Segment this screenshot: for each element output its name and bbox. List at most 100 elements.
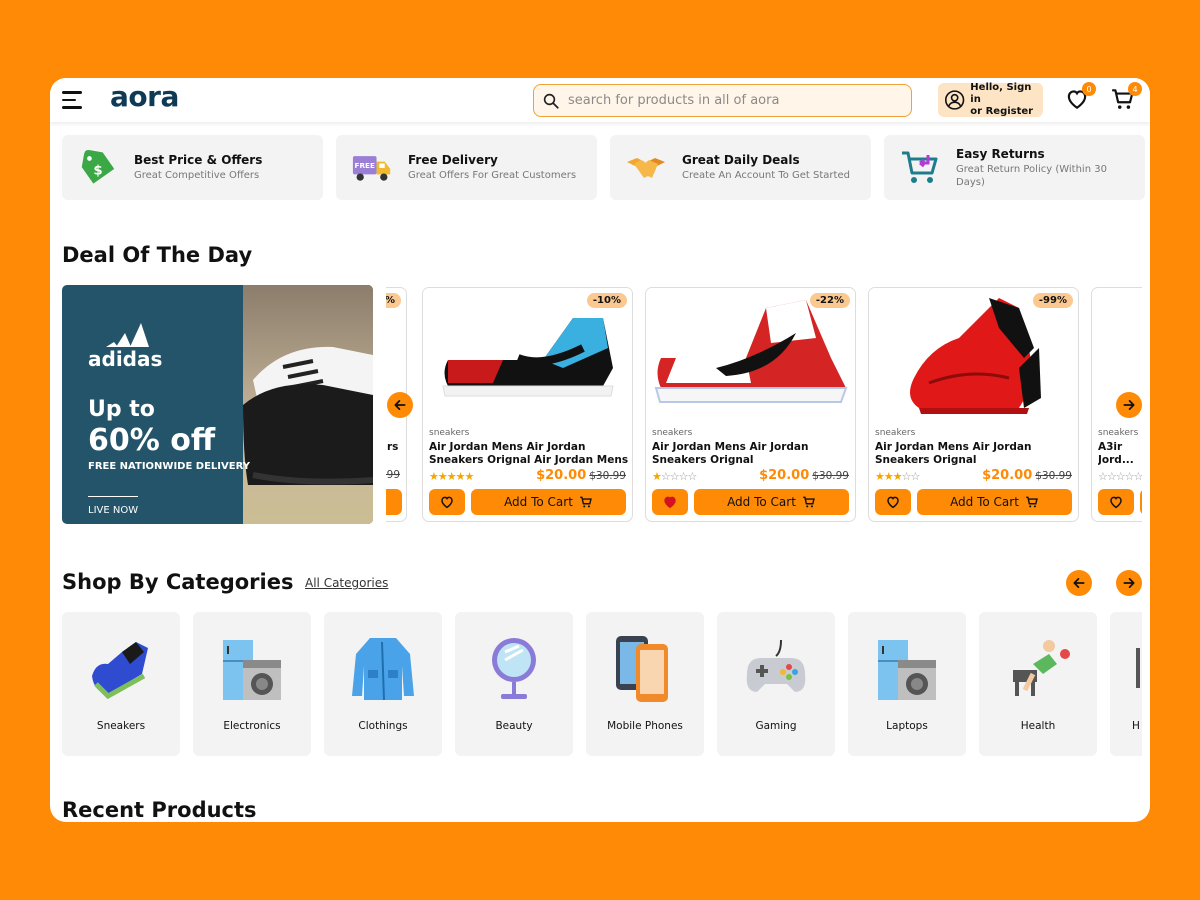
add-to-cart-button[interactable]: Add To Cart xyxy=(471,489,626,515)
feature-best-price: $ Best Price & Offers Great Competitive … xyxy=(62,135,323,200)
category-laptops[interactable]: Laptops xyxy=(848,612,966,756)
favorite-button[interactable] xyxy=(875,489,911,515)
favorite-button[interactable] xyxy=(429,489,465,515)
delivery-truck-icon: FREE xyxy=(352,148,392,188)
deal-carousel: -10% rs .99 -10% sneakers Air Jordan Men… xyxy=(386,287,1142,523)
cart-button[interactable]: 4 xyxy=(1110,82,1142,114)
cart-icon xyxy=(803,496,815,508)
banner-subtitle: FREE NATIONWIDE DELIVERY xyxy=(88,461,250,472)
rating-stars: ☆☆☆☆☆ xyxy=(1098,470,1142,483)
add-to-cart-button[interactable]: Add To Cart xyxy=(694,489,849,515)
category-label: Laptops xyxy=(886,720,928,732)
category-label: H xyxy=(1132,720,1140,732)
feature-subtitle: Great Offers For Great Customers xyxy=(408,170,577,181)
svg-text:$: $ xyxy=(93,163,102,178)
all-categories-link[interactable]: All Categories xyxy=(305,576,388,590)
search-input[interactable] xyxy=(568,93,888,108)
features-row: $ Best Price & Offers Great Competitive … xyxy=(62,135,1145,200)
wishlist-count-badge: 0 xyxy=(1082,82,1096,96)
jacket-icon xyxy=(352,638,414,701)
search-bar[interactable] xyxy=(533,84,912,117)
feature-title: Great Daily Deals xyxy=(682,153,800,167)
wishlist-button[interactable]: 0 xyxy=(1064,82,1096,114)
cart-icon xyxy=(1026,496,1038,508)
feature-subtitle: Great Competitive Offers xyxy=(134,170,260,181)
old-price: $30.99 xyxy=(1035,470,1072,482)
add-to-cart-button[interactable]: Add To Cart xyxy=(917,489,1072,515)
phones-icon xyxy=(616,636,668,702)
adidas-logo-icon xyxy=(106,323,149,347)
category-health[interactable]: Health xyxy=(979,612,1097,756)
promo-banner[interactable]: adidas Up to 60% off FREE NATIONWIDE DEL… xyxy=(62,285,373,524)
category-mobile-phones[interactable]: Mobile Phones xyxy=(586,612,704,756)
price: $20.00 $30.99 xyxy=(759,468,849,483)
user-icon xyxy=(944,90,965,110)
discount-badge: -10% xyxy=(586,293,627,308)
signin-line1: Hello, Sign in xyxy=(970,82,1032,105)
category-beauty[interactable]: Beauty xyxy=(455,612,573,756)
feature-daily-deals: Great Daily Deals Create An Account To G… xyxy=(610,135,871,200)
add-to-cart-label: Add To Cart xyxy=(950,495,1019,509)
add-to-cart-label: Add To Cart xyxy=(504,495,573,509)
feature-easy-returns: Easy Returns Great Return Policy (Within… xyxy=(884,135,1145,200)
feature-subtitle: Create An Account To Get Started xyxy=(682,170,850,181)
categories-next-button[interactable] xyxy=(1116,570,1142,596)
product-card[interactable]: -99% sneakers Air Jordan Mens Air Jordan… xyxy=(868,287,1079,522)
product-card[interactable]: -22% sneakers Air Jordan Mens Air Jordan… xyxy=(645,287,856,522)
signin-line2: or Register xyxy=(970,106,1034,117)
banner-divider xyxy=(88,496,138,497)
category-sneakers[interactable]: Sneakers xyxy=(62,612,180,756)
category-gaming[interactable]: Gaming xyxy=(717,612,835,756)
banner-cta[interactable]: LIVE NOW xyxy=(88,505,138,516)
price-tag-icon: $ xyxy=(78,148,118,188)
product-category: sneakers xyxy=(652,428,693,438)
add-to-cart-button[interactable] xyxy=(386,489,402,515)
heart-icon xyxy=(887,496,899,509)
add-to-cart-label: Add To Cart xyxy=(727,495,796,509)
fitness-icon xyxy=(1013,640,1070,696)
categories-prev-button[interactable] xyxy=(1066,570,1092,596)
favorite-button[interactable] xyxy=(652,489,688,515)
product-card[interactable]: -10% sneakers Air Jordan Mens Air Jordan… xyxy=(422,287,633,522)
product-name: Air Jordan Mens Air Jordan Sneakers Orig… xyxy=(875,441,1032,466)
arrow-left-icon xyxy=(1073,578,1085,588)
deal-next-button[interactable] xyxy=(1116,392,1142,418)
partial-icon xyxy=(1136,648,1140,688)
svg-text:FREE: FREE xyxy=(354,161,375,170)
category-partial[interactable]: H xyxy=(1110,612,1142,756)
rating-stars: ★☆☆☆☆ xyxy=(652,470,697,483)
appliances-icon xyxy=(878,640,936,700)
add-to-cart-button[interactable] xyxy=(1140,489,1142,515)
category-clothings[interactable]: Clothings xyxy=(324,612,442,756)
search-icon[interactable] xyxy=(542,92,560,110)
product-name: A3ir Jord... Orignal xyxy=(1098,441,1134,466)
cart-count-badge: 4 xyxy=(1128,82,1142,96)
discount-badge: -10% xyxy=(386,293,401,308)
return-cart-icon xyxy=(900,148,940,188)
banner-shoe-image xyxy=(243,285,373,524)
old-price: .99 xyxy=(386,469,400,481)
arrow-left-icon xyxy=(394,400,406,410)
categories-title: Shop By Categories xyxy=(62,570,294,594)
signin-button[interactable]: Hello, Sign in or Register xyxy=(938,82,1043,117)
logo[interactable]: aora xyxy=(110,80,179,113)
feature-title: Best Price & Offers xyxy=(134,153,263,167)
header: aora Hello, Sign in or Register 0 4 xyxy=(50,78,1150,122)
category-label: Beauty xyxy=(495,720,533,732)
discount-badge: -99% xyxy=(1032,293,1073,308)
favorite-button[interactable] xyxy=(1098,489,1134,515)
arrow-right-icon xyxy=(1123,578,1135,588)
cart-icon xyxy=(580,496,592,508)
price: $20.00 $30.99 xyxy=(982,468,1072,483)
product-category: sneakers xyxy=(429,428,470,438)
category-label: Electronics xyxy=(223,720,281,732)
category-electronics[interactable]: Electronics xyxy=(193,612,311,756)
categories-row: Sneakers Electronics Clothings Beauty Mo… xyxy=(62,612,1142,757)
rating-stars: ★★★☆☆ xyxy=(875,470,920,483)
product-image xyxy=(423,288,632,424)
heart-filled-icon xyxy=(664,496,676,509)
deal-prev-button[interactable] xyxy=(387,392,413,418)
category-label: Mobile Phones xyxy=(607,720,683,732)
banner-line1: Up to xyxy=(88,397,155,422)
menu-icon[interactable] xyxy=(62,91,84,109)
